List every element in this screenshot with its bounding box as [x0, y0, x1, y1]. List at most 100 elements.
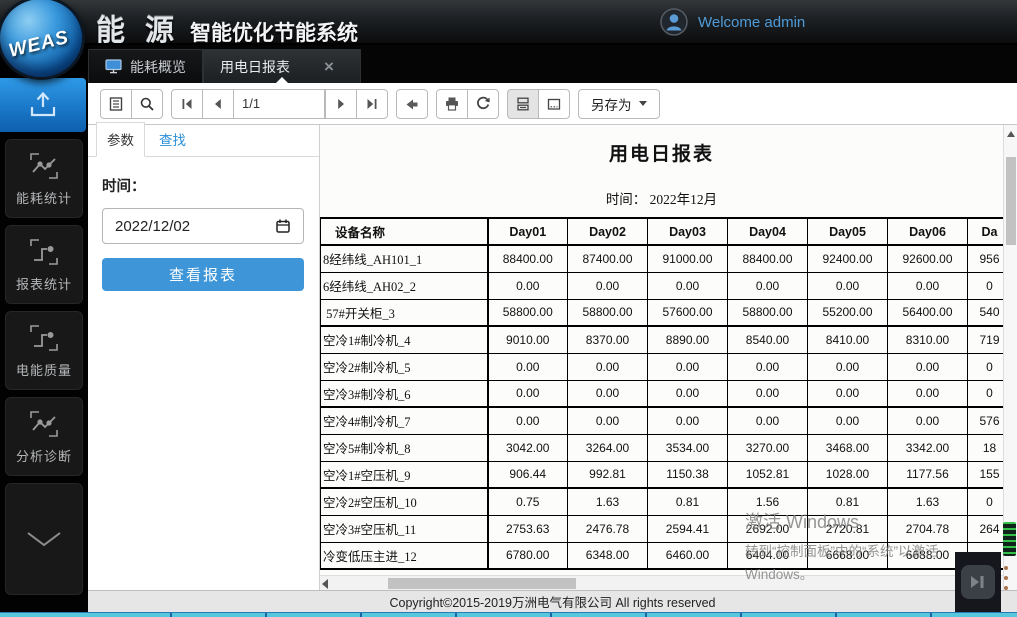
- tab-find[interactable]: 查找: [149, 123, 196, 156]
- value-cell: 58800.00: [728, 299, 808, 326]
- table-row: 冷变低压主进_126780.006348.006460.006404.00666…: [321, 542, 1004, 569]
- first-page-button[interactable]: [171, 89, 203, 119]
- brand-secondary: 智能优化节能系统: [190, 17, 358, 47]
- save-as-button[interactable]: 另存为: [578, 89, 660, 119]
- sidebar-item-label: 报表统计: [16, 274, 72, 293]
- column-header: Day01: [488, 218, 568, 245]
- more-options-dots[interactable]: [1004, 566, 1008, 590]
- value-cell: 8890.00: [648, 326, 728, 353]
- parameter-body: 时间： 2022/12/02 查看报表: [88, 157, 319, 291]
- value-cell: 88400.00: [488, 245, 568, 272]
- column-header: 设备名称: [321, 218, 488, 245]
- page-setup-button[interactable]: [538, 89, 570, 119]
- print-layout-button[interactable]: [507, 89, 539, 119]
- taskbar-segments: [170, 613, 932, 617]
- page-indicator-input[interactable]: [233, 89, 325, 119]
- vertical-scroll-thumb[interactable]: [1006, 157, 1016, 245]
- sidebar-expander[interactable]: [5, 483, 83, 595]
- tab-energy-overview[interactable]: 能耗概览: [88, 49, 203, 83]
- app-header: WEAS 能 源 智能优化节能系统 Welcome admin: [0, 0, 1017, 45]
- footer: Copyright©2015-2019万洲电气有限公司 All rights r…: [88, 590, 1017, 612]
- value-cell: 3270.00: [728, 434, 808, 461]
- next-page-button[interactable]: [325, 89, 357, 119]
- date-input[interactable]: 2022/12/02: [102, 208, 304, 244]
- view-report-button[interactable]: 查看报表: [102, 258, 304, 291]
- monitor-icon: [105, 59, 122, 74]
- report-toolbar: 另存为: [88, 83, 1017, 125]
- value-cell: 0.00: [648, 353, 728, 380]
- value-cell: 57600.00: [648, 299, 728, 326]
- sidebar-item-analysis[interactable]: 分析诊断: [5, 397, 83, 476]
- toc-button[interactable]: [100, 89, 132, 119]
- value-cell: 0.00: [648, 272, 728, 299]
- table-row: 空冷3#制冷机_60.000.000.000.000.000.000: [321, 380, 1004, 407]
- tab-parameters[interactable]: 参数: [96, 122, 145, 157]
- toolbar-group-print: [436, 89, 499, 119]
- date-value: 2022/12/02: [115, 218, 190, 235]
- value-cell: 0.00: [888, 407, 968, 434]
- value-cell: 6668.00: [808, 542, 888, 569]
- value-cell: 576: [968, 407, 1004, 434]
- sidebar-item-energy-stats[interactable]: 能耗统计: [5, 139, 83, 218]
- logo-text: WEAS: [6, 27, 71, 63]
- value-cell: 0.00: [568, 353, 648, 380]
- prev-page-button[interactable]: [202, 89, 234, 119]
- refresh-button[interactable]: [467, 89, 499, 119]
- device-name-cell: 6经纬线_AH02_2: [321, 272, 488, 299]
- tab-label: 用电日报表: [220, 57, 290, 77]
- scroll-left-icon[interactable]: [322, 579, 328, 589]
- toolbar-group-paging: [171, 89, 388, 119]
- device-name-cell: 空冷2#空压机_10: [321, 488, 488, 515]
- scroll-up-icon[interactable]: [1007, 131, 1015, 137]
- value-cell: 1028.00: [808, 461, 888, 488]
- table-row: 空冷2#空压机_100.751.630.811.560.811.630: [321, 488, 1004, 515]
- value-cell: 906.44: [488, 461, 568, 488]
- user-area[interactable]: Welcome admin: [660, 8, 805, 36]
- value-cell: 8370.00: [568, 326, 648, 353]
- value-cell: 3264.00: [568, 434, 648, 461]
- print-button[interactable]: [436, 89, 468, 119]
- value-cell: 155: [968, 461, 1004, 488]
- value-cell: 87400.00: [568, 245, 648, 272]
- value-cell: 0.00: [728, 272, 808, 299]
- device-name-cell: 空冷4#制冷机_7: [321, 407, 488, 434]
- close-icon[interactable]: ×: [324, 58, 334, 75]
- horizontal-scroll-thumb[interactable]: [388, 578, 576, 589]
- last-page-button[interactable]: [356, 89, 388, 119]
- device-name-cell: 57#开关柜_3: [321, 299, 488, 326]
- value-cell: 992.81: [568, 461, 648, 488]
- sidebar: 能耗统计 报表统计 电能质量: [0, 45, 88, 612]
- horizontal-scrollbar[interactable]: [320, 575, 1003, 590]
- report-title: 用电日报表: [320, 139, 1003, 166]
- value-cell: 8310.00: [888, 326, 968, 353]
- sidebar-item-active-export[interactable]: [0, 78, 86, 132]
- search-button[interactable]: [131, 89, 163, 119]
- sidebar-item-report-stats[interactable]: 报表统计: [5, 225, 83, 304]
- value-cell: 92400.00: [808, 245, 888, 272]
- report-table: 设备名称Day01Day02Day03Day04Day05Day06Da 8经纬…: [320, 217, 1003, 570]
- table-row: 空冷1#空压机_9906.44992.811150.381052.811028.…: [321, 461, 1004, 488]
- device-name-cell: 空冷1#制冷机_4: [321, 326, 488, 353]
- screen-recorder-widget[interactable]: [955, 552, 1001, 612]
- screen-record-icon[interactable]: [961, 565, 995, 599]
- toolbar-group-view: [100, 89, 163, 119]
- value-cell: 1.63: [888, 488, 968, 515]
- value-cell: 56400.00: [888, 299, 968, 326]
- value-cell: 2476.78: [568, 515, 648, 542]
- sidebar-item-label: 能耗统计: [16, 188, 72, 207]
- value-cell: 0.75: [488, 488, 568, 515]
- user-avatar-icon: [660, 8, 688, 36]
- value-cell: 1177.56: [888, 461, 968, 488]
- value-cell: 8540.00: [728, 326, 808, 353]
- caret-down-icon: [639, 101, 647, 106]
- calendar-icon[interactable]: [275, 218, 291, 234]
- vertical-scrollbar[interactable]: [1003, 125, 1017, 590]
- sidebar-item-power-quality[interactable]: 电能质量: [5, 311, 83, 390]
- back-button[interactable]: [396, 89, 428, 119]
- value-cell: 2720.81: [808, 515, 888, 542]
- value-cell: 0.00: [648, 407, 728, 434]
- signal-stripes-icon: [1003, 522, 1016, 556]
- tab-daily-power-report[interactable]: 用电日报表 ×: [203, 49, 361, 83]
- time-label: 时间：: [102, 175, 305, 196]
- value-cell: 0.00: [888, 272, 968, 299]
